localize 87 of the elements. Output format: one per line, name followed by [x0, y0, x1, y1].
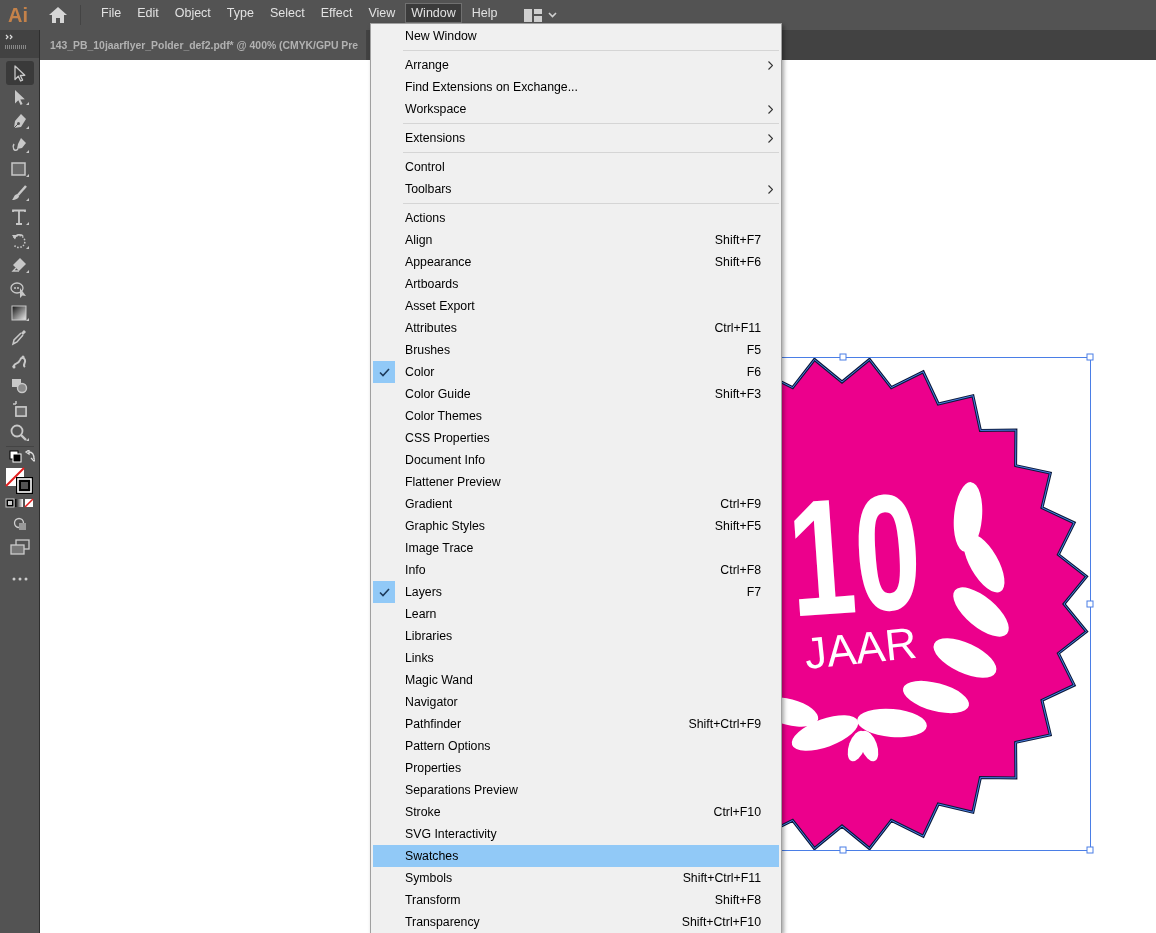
shortcut-label: F5 [746, 343, 761, 357]
menu-item[interactable]: Type [220, 3, 260, 23]
menu-item[interactable]: Pathfinder Shift+Ctrl+F9 [373, 713, 779, 735]
shortcut-label: Shift+F5 [714, 519, 761, 533]
menu-item[interactable]: Object [168, 3, 217, 23]
home-icon[interactable] [48, 6, 68, 24]
menu-item[interactable]: CSS Properties [373, 427, 779, 449]
tool-button[interactable] [5, 61, 34, 85]
menu-item[interactable]: File [95, 3, 128, 23]
menu-item[interactable]: Navigator [373, 691, 779, 713]
menu-item[interactable]: Magic Wand [373, 669, 779, 691]
type-icon [9, 207, 30, 227]
menu-item[interactable]: Stroke Ctrl+F10 [373, 801, 779, 823]
shortcut-label: Shift+Ctrl+F9 [688, 717, 761, 731]
menu-item[interactable]: Arrange [373, 54, 779, 76]
menu-item[interactable]: Select [263, 3, 311, 23]
shortcut-label: Shift+F7 [714, 233, 761, 247]
eraser-icon [9, 255, 30, 275]
menu-item[interactable]: Swatches [373, 845, 779, 867]
menu-item[interactable]: Edit [131, 3, 165, 23]
menu-item[interactable]: Flattener Preview [373, 471, 779, 493]
shortcut-label: Shift+Ctrl+F10 [681, 915, 761, 929]
menu-item[interactable]: Info Ctrl+F8 [373, 559, 779, 581]
shortcut-label: Ctrl+F11 [714, 321, 761, 335]
rectangle-icon [9, 159, 30, 179]
menu-item[interactable]: Window [405, 3, 462, 23]
shortcut-label: F6 [746, 365, 761, 379]
menu-item[interactable]: Graphic Styles Shift+F5 [373, 515, 779, 537]
menu-item[interactable]: New Window [373, 25, 779, 47]
shortcut-label: Shift+F6 [714, 255, 761, 269]
menu-item[interactable]: Asset Export [373, 295, 779, 317]
menu-item[interactable]: Brushes F5 [373, 339, 779, 361]
menu-item[interactable]: Workspace [373, 98, 779, 120]
layout-icon [523, 8, 542, 22]
selection-box[interactable] [781, 353, 1094, 854]
brush-icon [9, 183, 30, 203]
shortcut-label: Ctrl+F8 [720, 563, 761, 577]
double-chevron-icon[interactable] [5, 34, 14, 40]
menu-item[interactable]: Extensions [373, 127, 779, 149]
menu-item[interactable]: Artboards [373, 273, 779, 295]
badge-label: JAAR [802, 617, 920, 679]
menu-item[interactable]: Separations Preview [373, 779, 779, 801]
menu-item[interactable]: Properties [373, 757, 779, 779]
menu-item[interactable]: Effect [314, 3, 359, 23]
curvature-pen-icon [9, 135, 30, 155]
menu-item[interactable]: Toolbars [373, 178, 779, 200]
gradient-icon [9, 303, 30, 323]
menu-item[interactable]: Appearance Shift+F6 [373, 251, 779, 273]
shortcut-label: Ctrl+F10 [713, 805, 761, 819]
menu-item[interactable]: Color Guide Shift+F3 [373, 383, 779, 405]
menu-item[interactable]: Transparency Shift+Ctrl+F10 [373, 911, 779, 933]
menu-item[interactable]: Attributes Ctrl+F11 [373, 317, 779, 339]
grip-icon[interactable] [5, 45, 27, 49]
rotate-icon [9, 231, 30, 251]
menu-item[interactable]: Document Info [373, 449, 779, 471]
menu-item[interactable]: Color F6 [373, 361, 779, 383]
fill-stroke-icon[interactable] [4, 467, 35, 495]
menu-item[interactable]: Links [373, 647, 779, 669]
screen-mode-icon[interactable] [9, 539, 30, 555]
app-logo: Ai [8, 3, 29, 27]
menu-item[interactable]: Gradient Ctrl+F9 [373, 493, 779, 515]
chevron-down-icon [547, 12, 557, 18]
shortcut-label: Ctrl+F9 [720, 497, 761, 511]
menu-item[interactable]: Pattern Options [373, 735, 779, 757]
menu-item[interactable]: Learn [373, 603, 779, 625]
shortcut-label: F7 [746, 585, 761, 599]
menu-item[interactable]: Align Shift+F7 [373, 229, 779, 251]
zoom-icon [9, 423, 30, 443]
color-mode-icon[interactable] [4, 498, 35, 508]
document-tab[interactable]: 143_PB_10jaarflyer_Polder_def2.pdf* @ 400% (CMYK/GPU Pre [40, 30, 367, 60]
menu-item[interactable]: Control [373, 156, 779, 178]
shortcut-label: Shift+Ctrl+F11 [682, 871, 761, 885]
menu-item[interactable]: Transform Shift+F8 [373, 889, 779, 911]
menu-item[interactable]: Layers F7 [373, 581, 779, 603]
menu-item[interactable]: View [362, 3, 402, 23]
menu-item[interactable]: Help [465, 3, 504, 23]
menu-item[interactable]: SVG Interactivity [373, 823, 779, 845]
more-icon[interactable] [11, 577, 28, 581]
menu-item[interactable]: Find Extensions on Exchange... [373, 76, 779, 98]
menu-item[interactable]: Libraries [373, 625, 779, 647]
draw-mode-icon[interactable] [12, 517, 27, 531]
menu-item[interactable]: Actions [373, 207, 779, 229]
shortcut-label: Shift+F3 [714, 387, 761, 401]
menu-item[interactable]: Image Trace [373, 537, 779, 559]
menu-item[interactable]: Symbols Shift+Ctrl+F11 [373, 867, 779, 889]
shortcut-label: Shift+F8 [714, 893, 761, 907]
menu-item[interactable]: Color Themes [373, 405, 779, 427]
